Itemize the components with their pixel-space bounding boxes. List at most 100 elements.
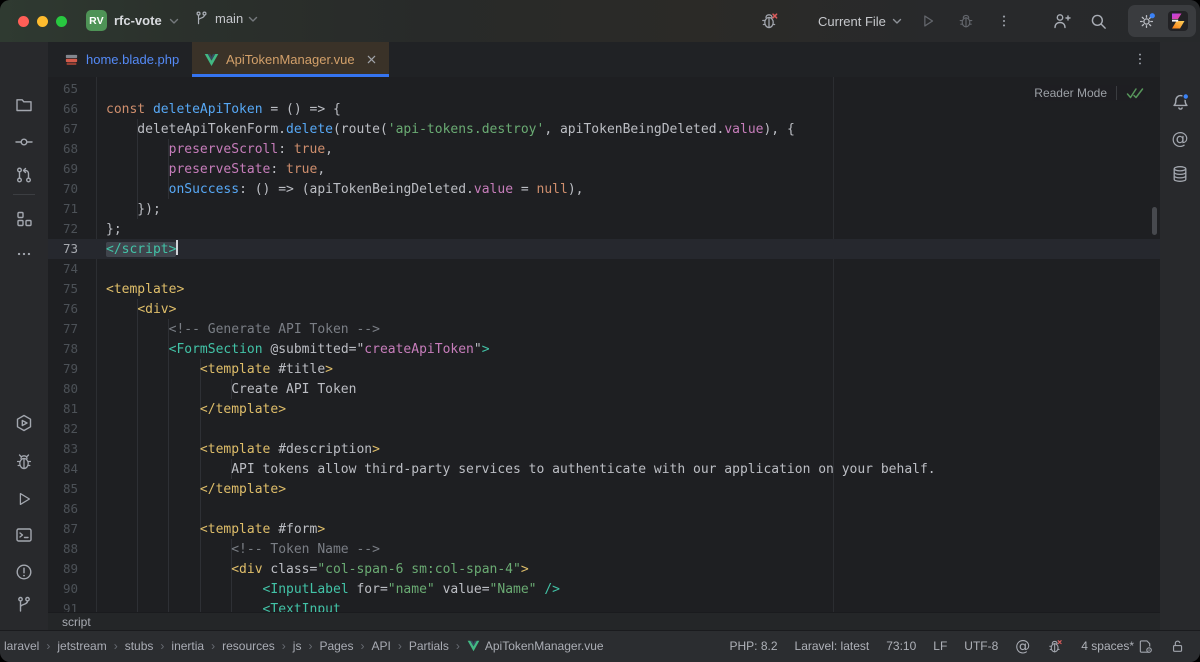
code-line[interactable]: 70 onSuccess: () => (apiTokenBeingDelete… [48,179,1160,199]
breadcrumb-item[interactable]: resources [222,639,275,653]
breadcrumb-item[interactable]: Partials [409,639,449,653]
line-number[interactable]: 89 [48,559,78,579]
breadcrumb-scope[interactable]: script [62,615,91,629]
double-check-icon[interactable] [1126,87,1144,100]
code-line[interactable]: 85 </template> [48,479,1160,499]
code-line[interactable]: 67 deleteApiTokenForm.delete(route('api-… [48,119,1160,139]
caret-position-widget[interactable]: 73:10 [886,639,916,653]
problems-tool-button[interactable] [9,557,39,587]
code-line[interactable]: 68 preserveScroll: true, [48,139,1160,159]
code-line[interactable]: 71 }); [48,199,1160,219]
branch-selector[interactable]: main [193,10,258,27]
line-number[interactable]: 90 [48,579,78,599]
line-number[interactable]: 87 [48,519,78,539]
settings-button[interactable] [1135,9,1159,33]
run-configuration-selector[interactable]: Current File [818,14,902,29]
code-line[interactable]: 84 API tokens allow third-party services… [48,459,1160,479]
project-selector[interactable]: RV rfc-vote [86,10,179,31]
code-line[interactable]: 83 <template #description> [48,439,1160,459]
debug-button[interactable] [954,9,978,33]
debug-tool-button[interactable] [9,447,39,477]
run-tool-button[interactable] [9,484,39,514]
line-number[interactable]: 85 [48,479,78,499]
line-number[interactable]: 86 [48,499,78,519]
code-line[interactable]: 86 [48,499,1160,519]
line-number[interactable]: 68 [48,139,78,159]
editor-scrollbar[interactable] [1152,207,1157,235]
line-number[interactable]: 83 [48,439,78,459]
terminal-tool-button[interactable] [9,520,39,550]
line-number[interactable]: 84 [48,459,78,479]
breadcrumb-item[interactable]: inertia [171,639,204,653]
code-line[interactable]: 73</script> [48,239,1160,259]
code-with-me-button[interactable] [1050,9,1074,33]
code-line[interactable]: 82 [48,419,1160,439]
commit-tool-button[interactable] [9,127,39,157]
line-number[interactable]: 78 [48,339,78,359]
code-line[interactable]: 89 <div class="col-span-6 sm:col-span-4"… [48,559,1160,579]
more-tool-windows-button[interactable] [9,239,39,269]
line-number[interactable]: 73 [48,239,78,259]
tab-api-token-manager[interactable]: ApiTokenManager.vue [192,42,389,77]
php-version-widget[interactable]: PHP: 8.2 [730,639,778,653]
code-lines[interactable]: 6566const deleteApiToken = () => {67 del… [48,77,1160,612]
line-number[interactable]: 81 [48,399,78,419]
phpstorm-logo[interactable] [1167,10,1189,32]
breadcrumb-item[interactable]: laravel [4,639,39,653]
line-number[interactable]: 82 [48,419,78,439]
debugger-status-button[interactable] [758,9,782,33]
line-number[interactable]: 65 [48,79,78,99]
project-tool-button[interactable] [9,90,39,120]
breadcrumb-item[interactable]: API [371,639,390,653]
code-line[interactable]: 76 <div> [48,299,1160,319]
code-line[interactable]: 81 </template> [48,399,1160,419]
toolbar-more-button[interactable] [992,9,1016,33]
file-lock-button[interactable] [1170,638,1186,654]
line-number[interactable]: 91 [48,599,78,612]
reader-mode-widget[interactable]: Reader Mode [1032,85,1146,101]
code-line[interactable]: 90 <InputLabel for="name" value="Name" /… [48,579,1160,599]
tab-home-blade[interactable]: home.blade.php [52,42,191,77]
notifications-button[interactable] [1165,87,1195,117]
code-line[interactable]: 75<template> [48,279,1160,299]
bug-status-button[interactable] [1047,638,1064,655]
breadcrumb-item[interactable]: jetstream [57,639,106,653]
breadcrumb-item[interactable]: stubs [125,639,154,653]
code-line[interactable]: 72}; [48,219,1160,239]
laravel-version-widget[interactable]: Laravel: latest [795,639,870,653]
code-line[interactable]: 79 <template #title> [48,359,1160,379]
tab-options-button[interactable] [1128,47,1152,71]
code-line[interactable]: 69 preserveState: true, [48,159,1160,179]
run-button[interactable] [916,9,940,33]
code-line[interactable]: 88 <!-- Token Name --> [48,539,1160,559]
line-number[interactable]: 69 [48,159,78,179]
encoding-widget[interactable]: UTF-8 [964,639,998,653]
code-line[interactable]: 74 [48,259,1160,279]
git-tool-button[interactable] [9,590,39,620]
line-number[interactable]: 66 [48,99,78,119]
structure-tool-button[interactable] [9,204,39,234]
composer-status-button[interactable]: @ [1015,637,1030,655]
code-line[interactable]: 65 [48,79,1160,99]
line-number[interactable]: 71 [48,199,78,219]
code-line[interactable]: 77 <!-- Generate API Token --> [48,319,1160,339]
line-number[interactable]: 77 [48,319,78,339]
indent-widget[interactable]: 4 spaces* [1081,639,1153,654]
search-everywhere-button[interactable] [1086,9,1110,33]
composer-tool-button[interactable]: @ [1165,124,1195,154]
pull-requests-tool-button[interactable] [9,160,39,190]
breadcrumb-item[interactable]: js [293,639,302,653]
minimize-window-button[interactable] [37,16,48,27]
code-line[interactable]: 87 <template #form> [48,519,1160,539]
code-editor[interactable]: 6566const deleteApiToken = () => {67 del… [48,77,1160,612]
services-tool-button[interactable] [9,408,39,438]
line-number[interactable]: 76 [48,299,78,319]
code-line[interactable]: 66const deleteApiToken = () => { [48,99,1160,119]
line-number[interactable]: 72 [48,219,78,239]
line-number[interactable]: 88 [48,539,78,559]
code-line[interactable]: 80 Create API Token [48,379,1160,399]
zoom-window-button[interactable] [56,16,67,27]
code-line[interactable]: 78 <FormSection @submitted="createApiTok… [48,339,1160,359]
line-number[interactable]: 67 [48,119,78,139]
line-number[interactable]: 70 [48,179,78,199]
